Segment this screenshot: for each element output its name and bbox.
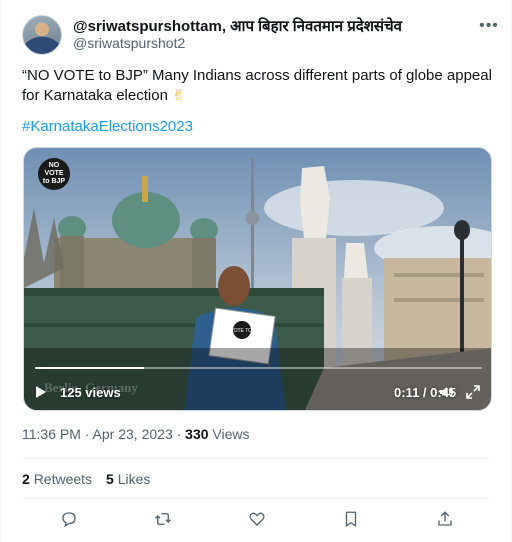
likes-count: 5 bbox=[106, 471, 114, 487]
victory-hand-emoji: ✌ bbox=[172, 87, 185, 104]
video-frame: NO VOTE TO BJP bbox=[24, 148, 491, 410]
tweet-body: “NO VOTE to BJP” Many Indians across dif… bbox=[22, 67, 492, 104]
hashtag-link[interactable]: #KarnatakaElections2023 bbox=[22, 118, 193, 135]
badge-line-2: VOTE bbox=[44, 170, 64, 177]
likes-stat[interactable]: 5 Likes bbox=[106, 471, 150, 487]
tweet-meta: 11:36 PM · Apr 23, 2023 · 330 Views bbox=[22, 426, 250, 442]
author-name-row[interactable]: @sriwatspurshottam, आप बिहार निवतमान प्र… bbox=[73, 16, 402, 36]
tweet-timestamp[interactable]: 11:36 PM · Apr 23, 2023 · bbox=[22, 426, 185, 442]
video-controls: 125 views 0:11 / 0:45 bbox=[24, 378, 491, 406]
tweet-card: @sriwatspurshottam, आप बिहार निवतमान प्र… bbox=[0, 0, 512, 542]
badge-line-3: to BJP bbox=[42, 178, 66, 185]
fullscreen-icon[interactable] bbox=[465, 384, 481, 400]
divider-top bbox=[22, 458, 492, 459]
sign-text: NO VOTE TO BJP bbox=[221, 328, 263, 334]
tweet-actions bbox=[22, 504, 492, 534]
retweets-count: 2 bbox=[22, 471, 30, 487]
video-views-label: 125 views bbox=[60, 385, 121, 400]
views-word: Views bbox=[212, 426, 250, 442]
retweets-stat[interactable]: 2 Retweets bbox=[22, 471, 92, 487]
no-vote-badge: NO VOTE to BJP bbox=[38, 158, 70, 190]
video-progress-bar[interactable] bbox=[35, 367, 482, 369]
retweet-icon[interactable] bbox=[148, 504, 178, 534]
share-icon[interactable] bbox=[430, 504, 460, 534]
retweets-label: Retweets bbox=[33, 471, 93, 487]
video-player[interactable]: NO VOTE TO BJP NO VOTE to BJP Berlin, Ge… bbox=[23, 147, 492, 411]
video-progress-fill bbox=[35, 367, 145, 369]
reply-icon[interactable] bbox=[54, 504, 84, 534]
divider-bottom bbox=[22, 498, 492, 499]
engagement-stats: 2 Retweets 5 Likes bbox=[22, 471, 150, 487]
volume-icon[interactable] bbox=[438, 384, 454, 400]
views-count: 330 bbox=[185, 426, 209, 442]
author-handle[interactable]: @sriwatspurshot2 bbox=[73, 35, 185, 51]
play-icon[interactable] bbox=[36, 386, 46, 398]
author-display-name[interactable]: @sriwatspurshottam, आप बिहार निवतमान प्र… bbox=[73, 16, 402, 36]
bookmark-icon[interactable] bbox=[336, 504, 366, 534]
tweet-text: “NO VOTE to BJP” Many Indians across dif… bbox=[22, 66, 492, 106]
badge-line-1: NO bbox=[48, 162, 60, 169]
likes-label: Likes bbox=[117, 471, 151, 487]
like-icon[interactable] bbox=[242, 504, 272, 534]
more-dots-icon[interactable]: ••• bbox=[475, 12, 503, 40]
avatar[interactable] bbox=[22, 15, 62, 55]
